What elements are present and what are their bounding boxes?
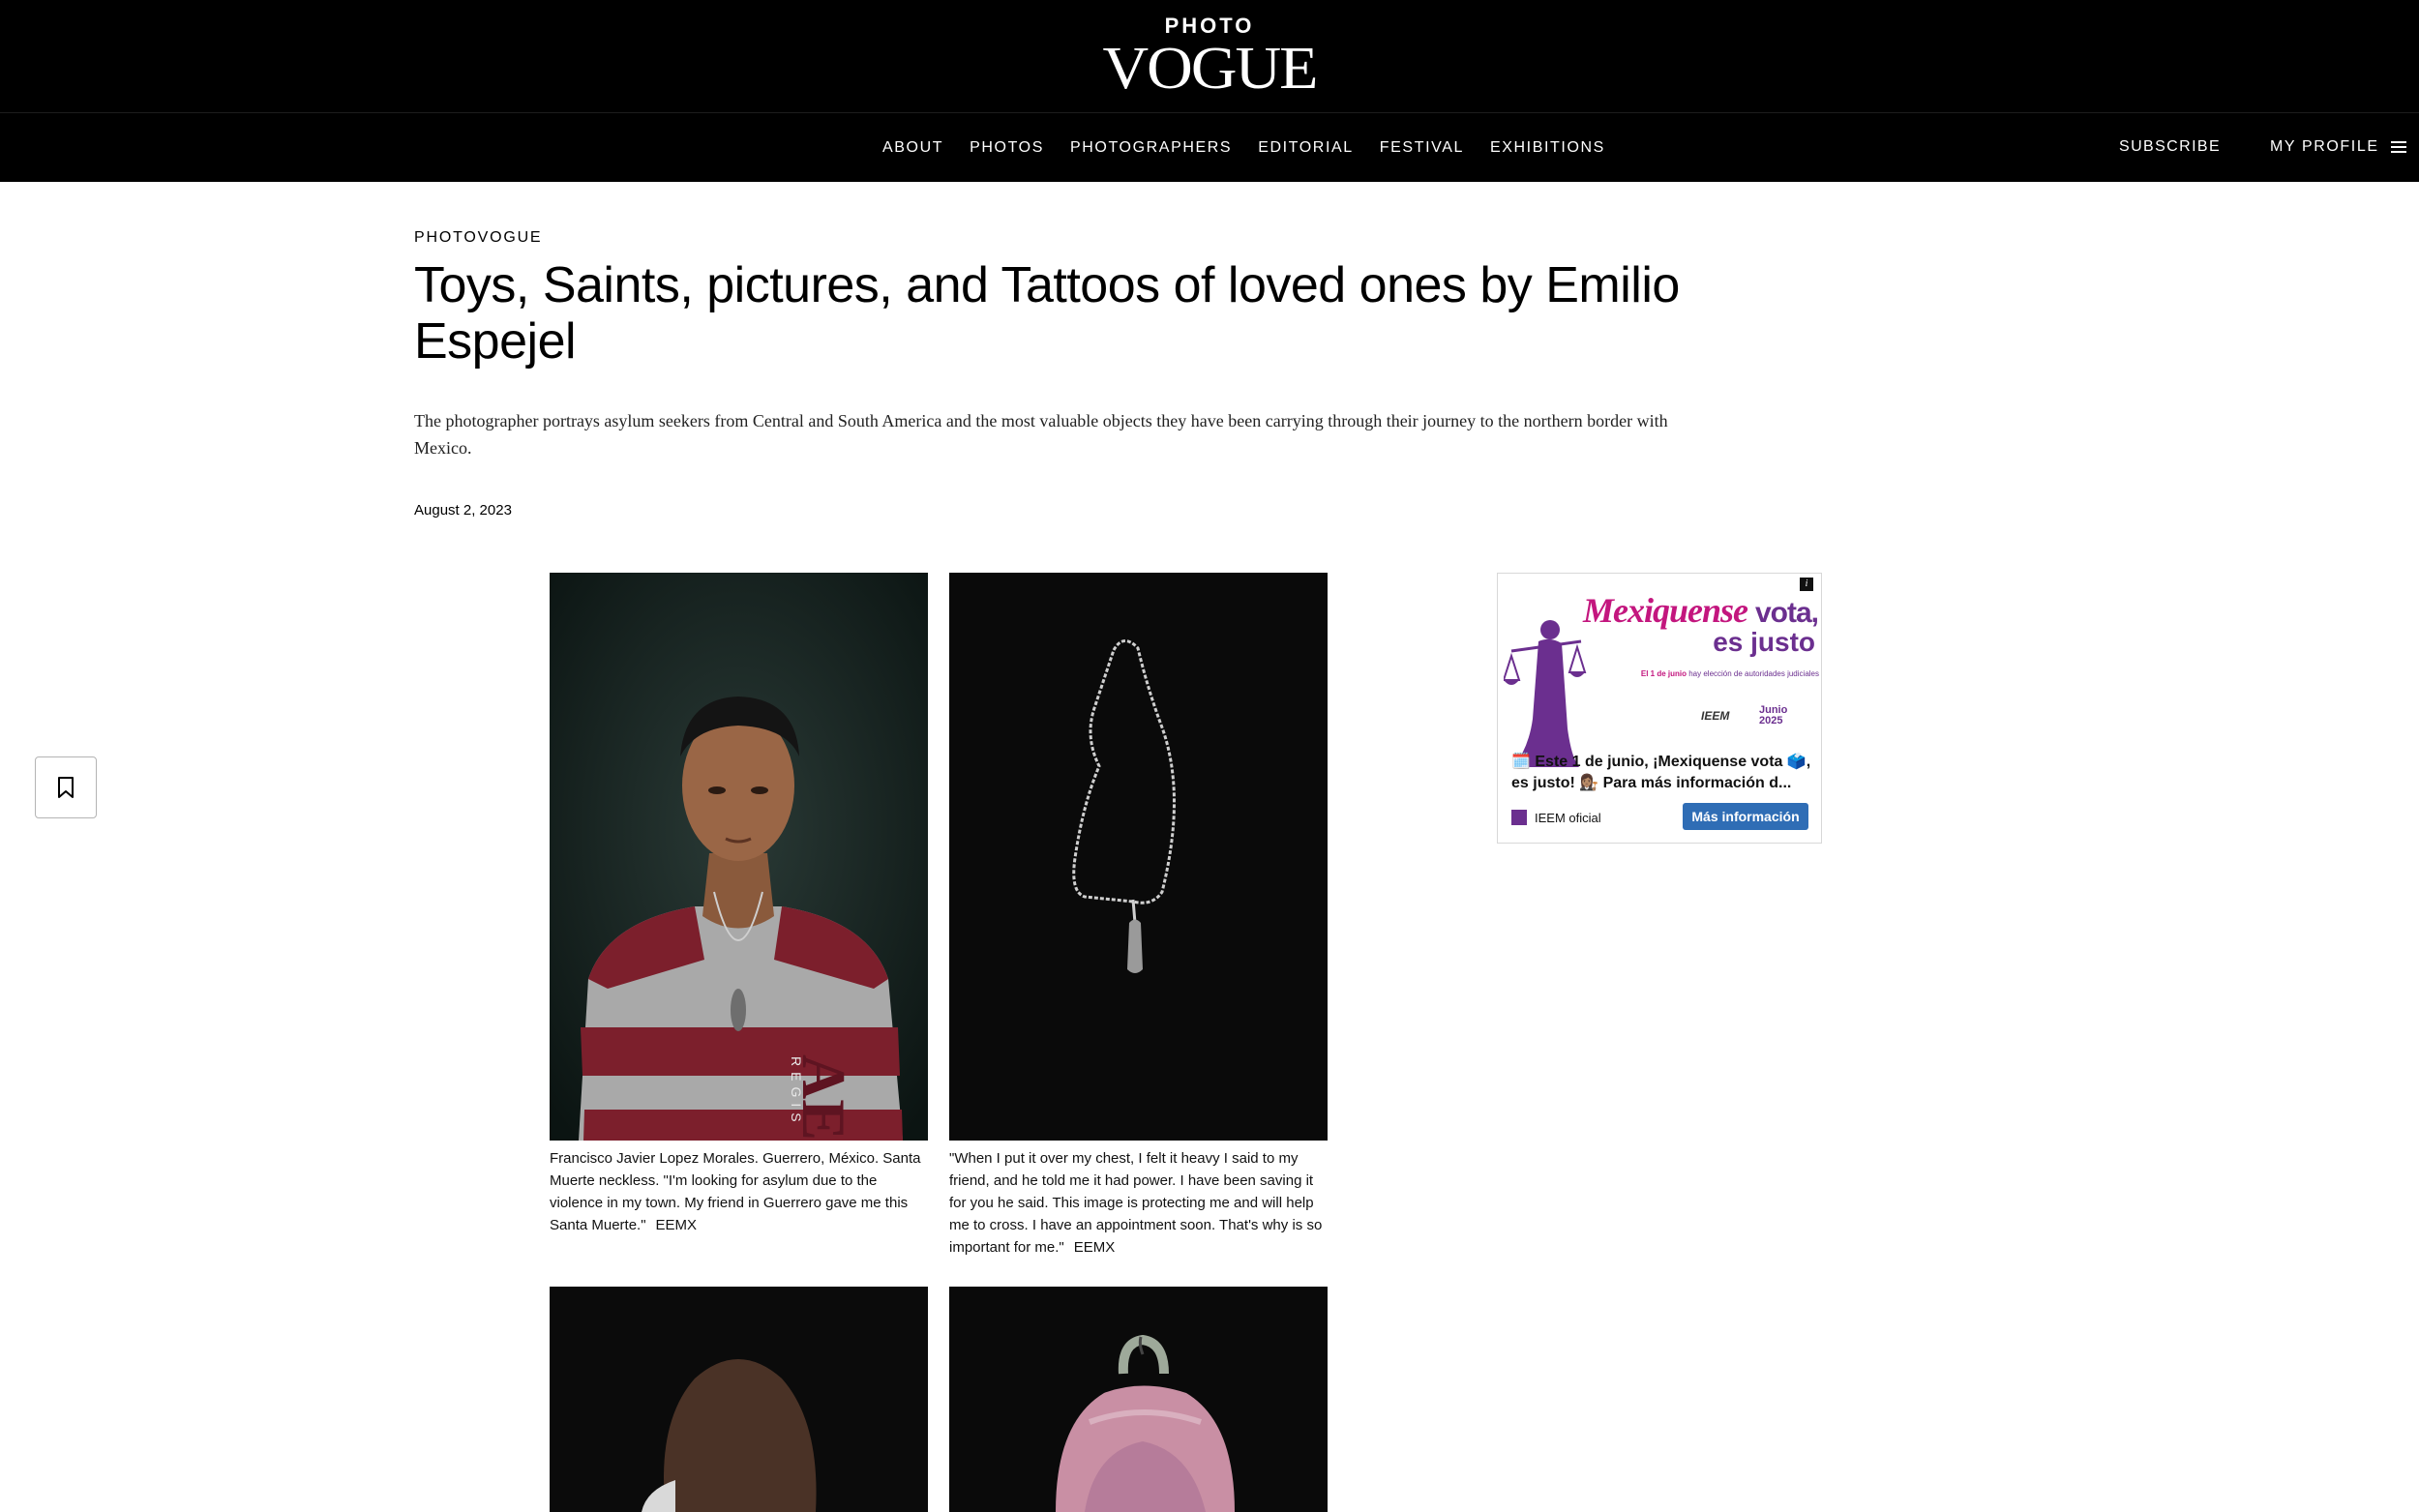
portrait-image: AE REGIS: [550, 573, 928, 1141]
bookmark-button[interactable]: [35, 756, 97, 818]
photo-portrait-francisco[interactable]: AE REGIS: [550, 573, 928, 1141]
ad-sub-date: El 1 de junio: [1640, 669, 1687, 678]
bookmark-icon: [58, 777, 74, 798]
photo-long-hair[interactable]: [550, 1287, 928, 1512]
article-title: Toys, Saints, pictures, and Tattoos of l…: [414, 257, 1680, 370]
nav-about[interactable]: ABOUT: [882, 139, 943, 157]
shirt-subtext: REGIS: [789, 1056, 804, 1128]
article-dek: The photographer portrays asylum seekers…: [414, 411, 1668, 458]
backpack-image: [949, 1287, 1328, 1512]
ad-body-line1: 🗓️ Este 1 de junio, ¡Mexiquense vota 🗳️,: [1511, 754, 1811, 770]
photo-credit[interactable]: EEMX: [656, 1217, 698, 1233]
ad-brand-name: IEEM oficial: [1535, 810, 1601, 825]
nav-editorial[interactable]: EDITORIAL: [1258, 139, 1354, 157]
main-nav: ABOUT PHOTOS PHOTOGRAPHERS EDITORIAL FES…: [0, 112, 2419, 182]
article-date: August 2, 2023: [414, 502, 512, 519]
nav-photos[interactable]: PHOTOS: [970, 139, 1044, 157]
ad-body-text: 🗓️ Este 1 de junio, ¡Mexiquense vota 🗳️,…: [1511, 752, 1813, 794]
ad-headline-line2: es justo: [1713, 627, 1815, 657]
site-header: PHOTO VOGUE: [0, 0, 2419, 112]
nav-exhibitions[interactable]: EXHIBITIONS: [1490, 139, 1605, 157]
photo-necklace[interactable]: [949, 573, 1328, 1141]
my-profile-label: MY PROFILE: [2270, 138, 2379, 155]
long-hair-image: [550, 1287, 928, 1512]
ad-sub-text: hay elección de autoridades judiciales: [1688, 669, 1819, 678]
ad-headline: Mexiquense vota,: [1583, 591, 1819, 631]
caption-text: "When I put it over my chest, I felt it …: [949, 1150, 1323, 1256]
photo-credit[interactable]: EEMX: [1074, 1239, 1116, 1256]
photo-caption: "When I put it over my chest, I felt it …: [949, 1147, 1331, 1259]
photo-backpack[interactable]: [949, 1287, 1328, 1512]
ad-body-line2: es justo! 👩🏽‍⚖️ Para más información d..…: [1511, 775, 1792, 791]
logo-vogue[interactable]: VOGUE: [0, 38, 2419, 100]
necklace-image: [949, 573, 1328, 1141]
ad-headline-bold: vota,: [1755, 597, 1819, 629]
nav-photographers[interactable]: PHOTOGRAPHERS: [1070, 139, 1232, 157]
ad-info-icon[interactable]: i: [1800, 578, 1813, 591]
advertisement[interactable]: i Mexiquense vota, es justo El 1 de juni…: [1497, 573, 1822, 844]
caption-text: Francisco Javier Lopez Morales. Guerrero…: [550, 1150, 921, 1233]
ad-brand[interactable]: IEEM oficial: [1511, 810, 1601, 825]
article-rubric[interactable]: PHOTOVOGUE: [414, 229, 542, 247]
ad-ieem-logo: IEEM: [1701, 709, 1730, 723]
ad-brand-logo-icon: [1511, 810, 1527, 825]
photo-caption: Francisco Javier Lopez Morales. Guerrero…: [550, 1147, 932, 1236]
ad-junio-logo: Junio 2025: [1759, 705, 1787, 726]
ad-cta-button[interactable]: Más información: [1683, 803, 1808, 830]
ad-junio-year: 2025: [1759, 715, 1783, 726]
ad-subline: El 1 de junio hay elección de autoridade…: [1575, 669, 1819, 678]
my-profile-button[interactable]: MY PROFILE: [2270, 138, 2406, 156]
nav-festival[interactable]: FESTIVAL: [1380, 139, 1464, 157]
subscribe-link[interactable]: SUBSCRIBE: [2119, 138, 2221, 156]
ad-headline-script: Mexiquense: [1583, 591, 1748, 630]
hamburger-menu-icon[interactable]: [2390, 141, 2406, 153]
nav-links: ABOUT PHOTOS PHOTOGRAPHERS EDITORIAL FES…: [882, 113, 1631, 183]
